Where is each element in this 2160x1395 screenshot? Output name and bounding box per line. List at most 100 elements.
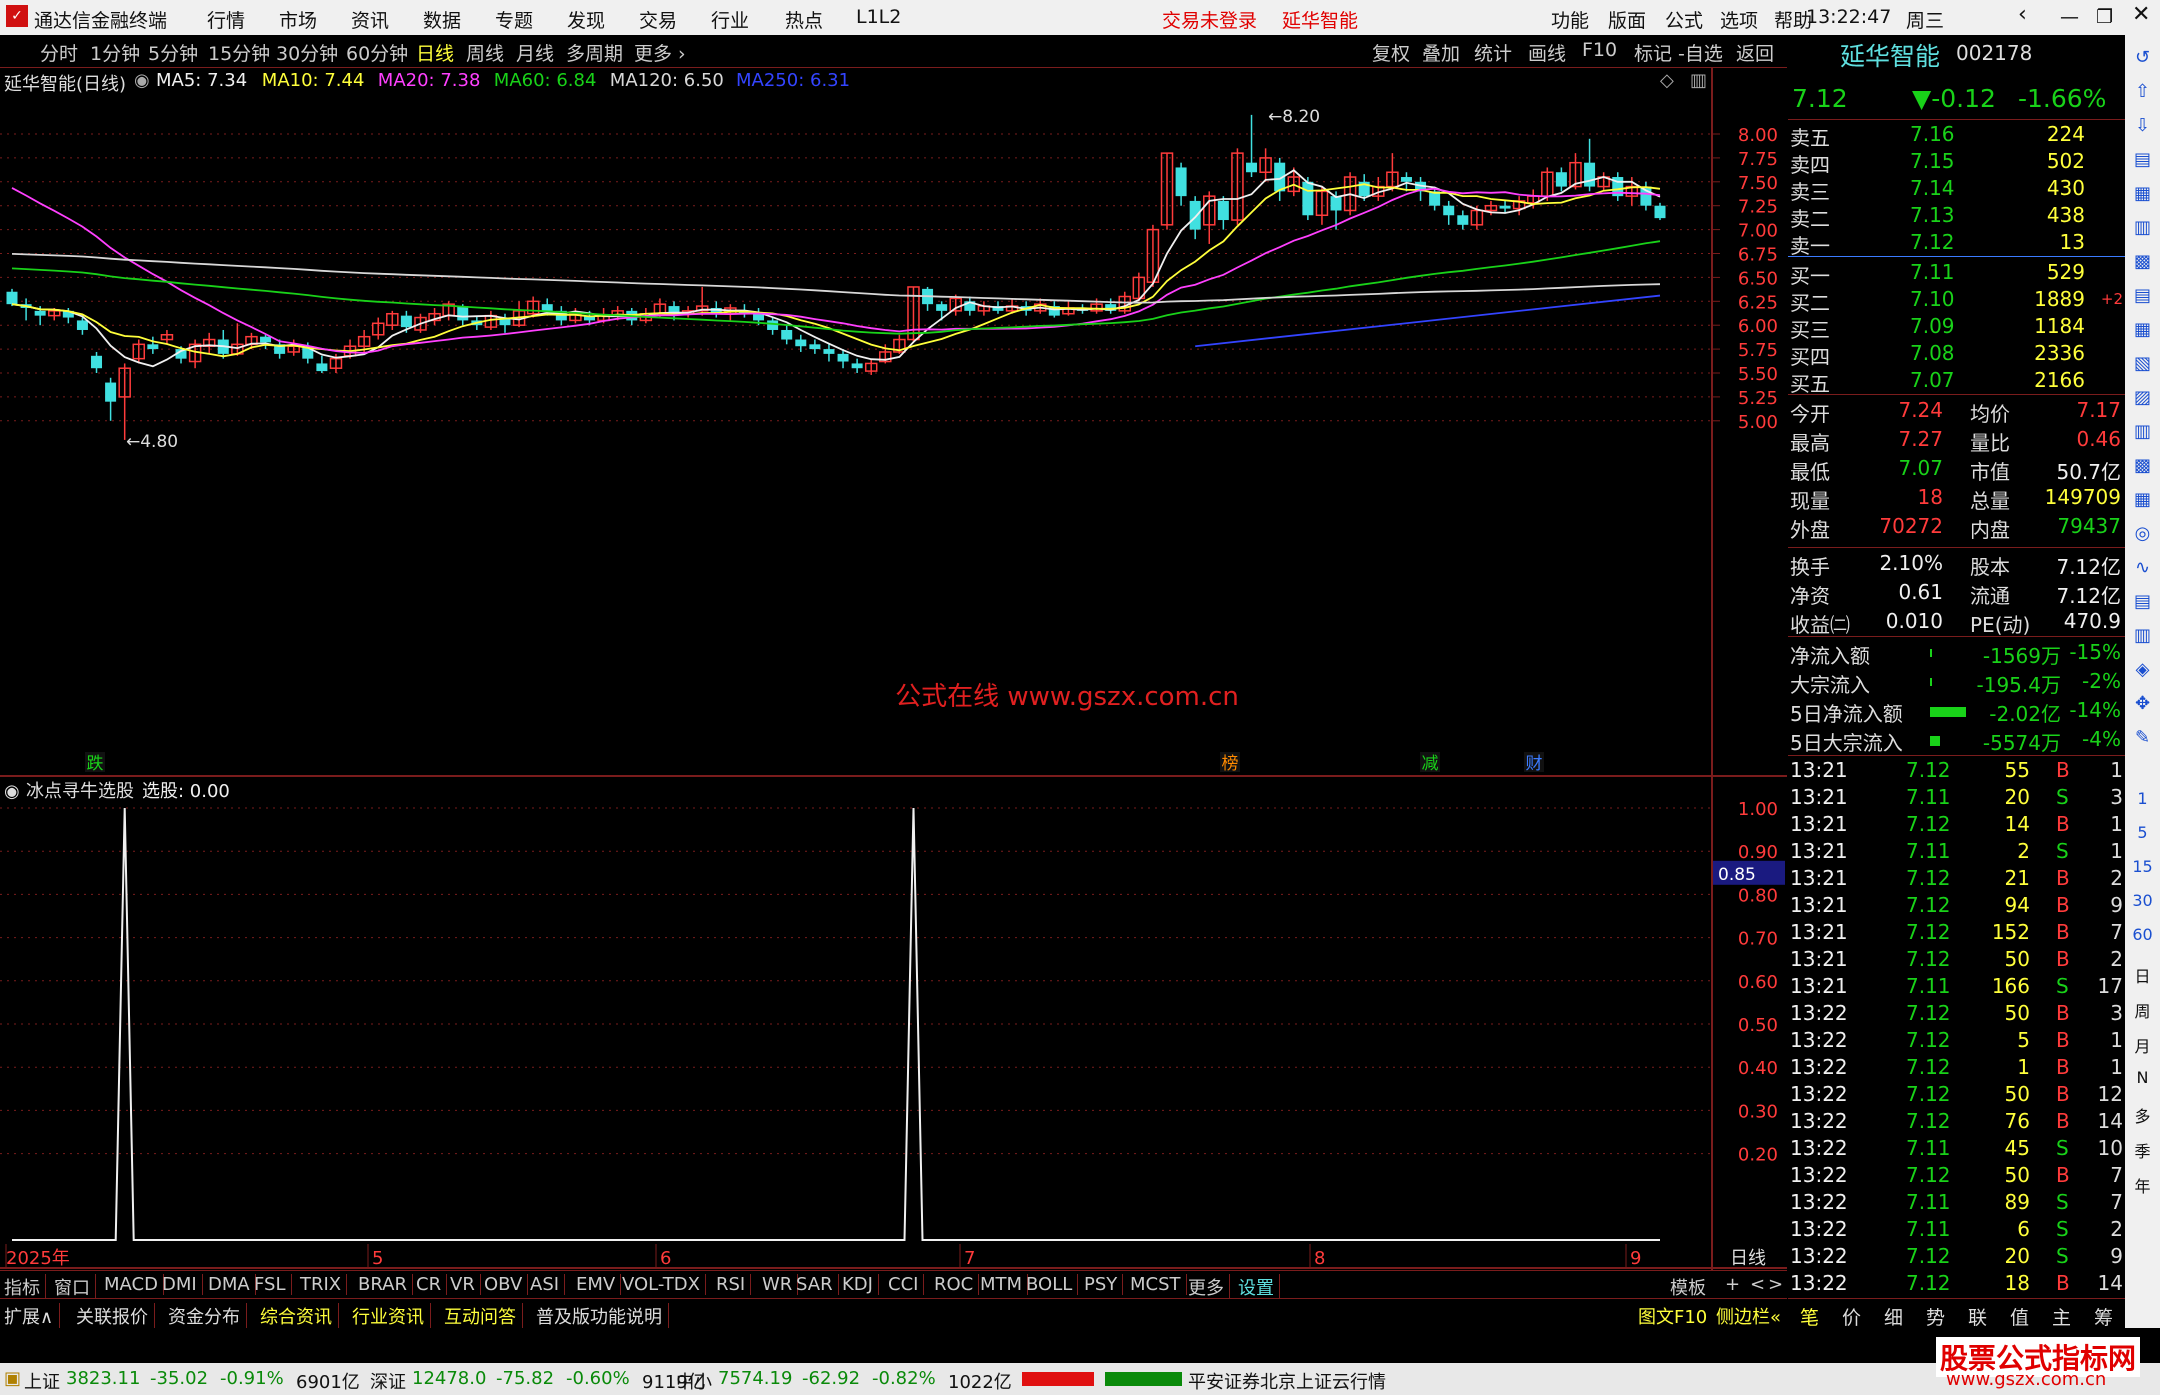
sidebar-tool-icon[interactable]: ▨	[2129, 387, 2156, 408]
right-menu-4[interactable]: 帮助	[1774, 6, 1812, 33]
period-分时[interactable]: 分时	[40, 39, 78, 66]
quote-tab-值[interactable]: 值	[2010, 1303, 2029, 1330]
right-menu-1[interactable]: 版面	[1608, 6, 1646, 33]
indicator-tab-WR[interactable]: WR	[762, 1274, 799, 1295]
period-30分钟[interactable]: 30分钟	[276, 39, 338, 66]
expand-tab-0[interactable]: 扩展∧	[4, 1303, 61, 1329]
quote-tab-细[interactable]: 细	[1884, 1303, 1903, 1330]
level-price[interactable]: 7.07	[1910, 368, 1955, 392]
sidebar-tool-icon[interactable]: ✥	[2129, 693, 2156, 714]
expand-tab-1[interactable]: 关联报价	[76, 1303, 155, 1329]
sidebar-tool-icon[interactable]: ▤	[2129, 149, 2156, 170]
indicator-tab-指标[interactable]: 指标	[4, 1274, 46, 1300]
sidebar-period-多[interactable]: 多	[2129, 1103, 2156, 1127]
login-status[interactable]: 交易未登录	[1162, 6, 1257, 33]
level-price[interactable]: 7.10	[1910, 287, 1955, 311]
quote-tab-笔[interactable]: 笔	[1800, 1303, 1819, 1330]
sidebar-tool-icon[interactable]: ▥	[2129, 421, 2156, 442]
period-周线[interactable]: 周线	[466, 39, 504, 66]
quote-tab-筹[interactable]: 筹	[2094, 1303, 2113, 1330]
indicator-tab-DMI[interactable]: DMI	[162, 1274, 203, 1295]
level-price[interactable]: 7.14	[1910, 176, 1955, 200]
sidebar-tool-icon[interactable]: ∿	[2129, 557, 2156, 578]
indicator-tab-MTM[interactable]: MTM	[980, 1274, 1029, 1295]
index-name[interactable]: 上证	[24, 1368, 60, 1394]
indicator-toggle-icon[interactable]: ◉	[4, 781, 20, 802]
sidebar-period-N[interactable]: N	[2129, 1068, 2156, 1087]
indicator-tab-PSY[interactable]: PSY	[1084, 1274, 1124, 1295]
indicator-tab-ASI[interactable]: ASI	[530, 1274, 566, 1295]
right-menu-0[interactable]: 功能	[1551, 6, 1589, 33]
indicator-tab-更多[interactable]: 更多	[1188, 1274, 1230, 1300]
sidebar-period-月[interactable]: 月	[2129, 1033, 2156, 1057]
index-name[interactable]: 中小	[676, 1368, 712, 1394]
menu-8[interactable]: 热点	[785, 6, 823, 33]
menu-3[interactable]: 数据	[423, 6, 461, 33]
indicator-tab-MACD[interactable]: MACD	[104, 1274, 164, 1295]
level-price[interactable]: 7.13	[1910, 203, 1955, 227]
tool-0[interactable]: 复权	[1372, 39, 1410, 66]
sidebar-tool-icon[interactable]: ▥	[2129, 217, 2156, 238]
indicator-right-1[interactable]: +	[1725, 1274, 1740, 1295]
period-多周期[interactable]: 多周期	[566, 39, 623, 66]
indicator-tab-TRIX[interactable]: TRIX	[300, 1274, 348, 1295]
expand-tab-4[interactable]: 行业资讯	[352, 1303, 431, 1329]
indicator-right-0[interactable]: 模板	[1670, 1274, 1706, 1300]
sidebar-tool-icon[interactable]: ▤	[2129, 285, 2156, 306]
tool-2[interactable]: 统计	[1474, 39, 1512, 66]
expand-tab-5[interactable]: 互动问答	[444, 1303, 523, 1329]
event-marker[interactable]: 财	[1526, 754, 1543, 774]
sidebar-tool-icon[interactable]: ⇩	[2129, 115, 2156, 136]
right-menu-2[interactable]: 公式	[1665, 6, 1703, 33]
period-1分钟[interactable]: 1分钟	[90, 39, 140, 66]
chart-area[interactable]: 8.00 7.75 7.50 7.25 7.00 6.756.50 6.25 6.00 5.75…	[0, 68, 1787, 1270]
indicator-tab-ROC[interactable]: ROC	[934, 1274, 980, 1295]
period-更多[interactable]: 更多 ›	[634, 39, 686, 66]
tool-4[interactable]: F10	[1582, 39, 1617, 61]
level-price[interactable]: 7.16	[1910, 122, 1955, 146]
expand-tab-2[interactable]: 资金分布	[168, 1303, 247, 1329]
event-marker[interactable]: 榜	[1222, 754, 1239, 774]
indicator-tab-CR[interactable]: CR	[416, 1274, 448, 1295]
tool-7[interactable]: 返回	[1736, 39, 1774, 66]
indicator-tab-DMA[interactable]: DMA	[208, 1274, 256, 1295]
sidebar-minute-60[interactable]: 60	[2129, 925, 2156, 944]
sidebar-minute-5[interactable]: 5	[2129, 823, 2156, 842]
indicator-tab-设置[interactable]: 设置	[1238, 1274, 1280, 1300]
sidebar-period-周[interactable]: 周	[2129, 998, 2156, 1022]
menu-9[interactable]: L1L2	[856, 6, 901, 28]
indicator-tab-窗口[interactable]: 窗口	[54, 1274, 96, 1300]
menu-1[interactable]: 市场	[279, 6, 317, 33]
close-icon[interactable]: ✕	[2132, 2, 2150, 27]
sidebar-minute-15[interactable]: 15	[2129, 857, 2156, 876]
indicator-tab-FSL[interactable]: FSL	[254, 1274, 292, 1295]
event-marker[interactable]: 跌	[87, 754, 104, 774]
indicator-tab-VR[interactable]: VR	[450, 1274, 481, 1295]
sidebar-tool-icon[interactable]: ◎	[2129, 523, 2156, 544]
indicator-tab-BRAR[interactable]: BRAR	[358, 1274, 413, 1295]
expand-tab-3[interactable]: 综合资讯	[260, 1303, 339, 1329]
level-price[interactable]: 7.08	[1910, 341, 1955, 365]
menu-2[interactable]: 资讯	[351, 6, 389, 33]
sidebar-tool-icon[interactable]: ▦	[2129, 489, 2156, 510]
indicator-tab-VOL-TDX[interactable]: VOL-TDX	[622, 1274, 706, 1295]
sidebar-minute-1[interactable]: 1	[2129, 789, 2156, 808]
menu-6[interactable]: 交易	[639, 6, 677, 33]
period-月线[interactable]: 月线	[516, 39, 554, 66]
sidebar-tool-icon[interactable]: ▩	[2129, 251, 2156, 272]
sidebar-minute-30[interactable]: 30	[2129, 891, 2156, 910]
sidebar-period-日[interactable]: 日	[2129, 963, 2156, 987]
expand-tab-6[interactable]: 普及版功能说明	[536, 1303, 669, 1329]
right-menu-3[interactable]: 选项	[1720, 6, 1758, 33]
quote-tab-联[interactable]: 联	[1968, 1303, 1987, 1330]
tool-6[interactable]: -自选	[1678, 39, 1723, 66]
menu-4[interactable]: 专题	[495, 6, 533, 33]
sidebar-tool-icon[interactable]: ▩	[2129, 455, 2156, 476]
period-15分钟[interactable]: 15分钟	[208, 39, 270, 66]
sidebar-period-季[interactable]: 季	[2129, 1138, 2156, 1162]
minimize-icon[interactable]: —	[2060, 6, 2079, 28]
level-price[interactable]: 7.15	[1910, 149, 1955, 173]
quote-tab-主[interactable]: 主	[2052, 1303, 2071, 1330]
sidebar-tool-icon[interactable]: ▤	[2129, 591, 2156, 612]
quote-tab-价[interactable]: 价	[1842, 1303, 1861, 1330]
